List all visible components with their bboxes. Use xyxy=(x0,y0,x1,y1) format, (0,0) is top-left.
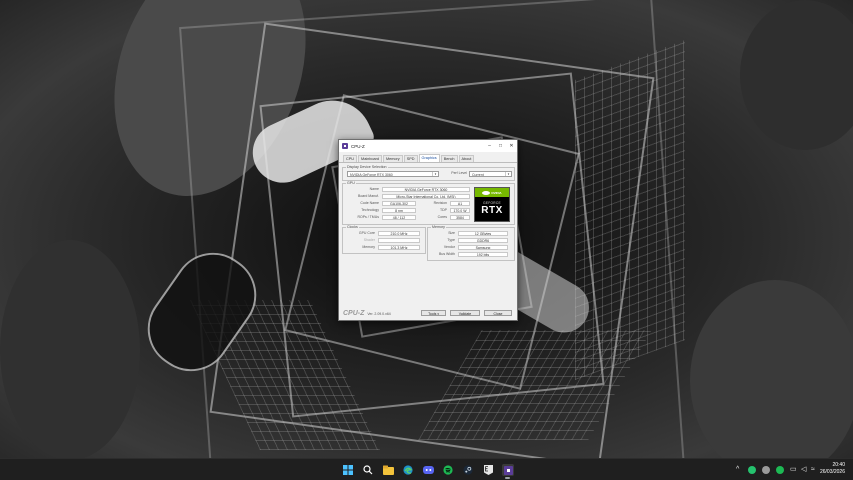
wallpaper-shape xyxy=(740,0,853,150)
volume-icon[interactable]: ◁ xyxy=(801,465,806,474)
active-app-indicator xyxy=(505,477,510,479)
cpuz-brand-logo: CPU-Z xyxy=(343,310,365,317)
graphics-panel: Display Device Selection NVIDIA GeForce … xyxy=(339,163,517,310)
memory-vendor-label: Vendor xyxy=(443,245,455,249)
tab-memory[interactable]: Memory xyxy=(382,155,403,162)
wifi-icon[interactable]: ≈ xyxy=(811,465,815,474)
memory-group: Memory Size 12 GBytes Type GDDR6 Vendor … xyxy=(427,225,515,261)
perf-level-label: Perf Level xyxy=(451,171,467,175)
rops-tmus-value: 48 / 112 xyxy=(382,215,416,220)
revision-label: Revision xyxy=(433,201,447,205)
cores-label: Cores xyxy=(437,215,447,219)
tools-dropdown-button[interactable]: Tools ▾ xyxy=(421,310,446,316)
memory-size-label: Size xyxy=(448,231,455,235)
display-device-group-label: Display Device Selection xyxy=(346,165,388,169)
memory-type-label: Type xyxy=(447,238,455,242)
gpu-group-label: GPU xyxy=(346,181,356,185)
memory-type-value: GDDR6 xyxy=(458,238,508,243)
shader-clock-label: Shader xyxy=(363,238,375,242)
window-footer: CPU-Z Ver. 2.09.0.x64 Tools ▾ Validate C… xyxy=(339,307,517,320)
tab-cpu[interactable]: CPU xyxy=(343,155,358,162)
cpuz-app-icon xyxy=(342,143,348,149)
tab-spd[interactable]: SPD xyxy=(403,155,418,162)
tab-about[interactable]: About xyxy=(458,155,475,162)
cpu-z-icon[interactable] xyxy=(502,464,514,476)
rtx-wordmark: RTX xyxy=(481,205,503,216)
chevron-down-icon: ▾ xyxy=(437,312,439,316)
search-icon[interactable] xyxy=(362,464,374,476)
version-label: Ver. 2.09.0.x64 xyxy=(367,311,391,316)
tdp-label: TDP xyxy=(440,208,447,212)
steam-icon[interactable] xyxy=(462,464,474,476)
display-icon[interactable]: ▭ xyxy=(790,465,797,474)
memory-clock-value: 101.3 MHz xyxy=(378,245,420,250)
gpu-name-value: NVIDIA GeForce RTX 3060 xyxy=(382,187,470,192)
memory-clock-label: Memory xyxy=(362,245,375,249)
technology-value: 8 nm xyxy=(382,208,416,213)
clocks-group-label: Clocks xyxy=(346,225,359,229)
memory-size-value: 12 GBytes xyxy=(458,231,508,236)
gpu-core-clock-label: GPU Core xyxy=(358,231,375,235)
chevron-down-icon: ▾ xyxy=(505,172,511,176)
gpu-name-label: Name xyxy=(369,187,379,191)
chevron-up-icon[interactable]: ^ xyxy=(736,465,739,474)
cores-value: 3584 xyxy=(450,215,470,220)
memory-vendor-value: Samsung xyxy=(458,245,508,250)
clock-time: 20:40 xyxy=(832,462,845,468)
clocks-group: Clocks GPU Core 210.0 MHz Shader Memory … xyxy=(342,225,426,254)
perf-level-value: Current xyxy=(472,173,484,177)
nvidia-badge: NVIDIA xyxy=(475,188,509,197)
nvidia-eye-icon xyxy=(482,190,491,195)
tab-bar: CPU Mainboard Memory SPD Graphics Bench … xyxy=(339,154,517,163)
technology-label: Technology xyxy=(361,208,379,212)
clock-date: 26/03/2026 xyxy=(819,469,845,475)
title-bar[interactable]: CPU-Z – □ ✕ xyxy=(339,140,517,152)
revision-value: A1 xyxy=(450,201,470,206)
maximize-button[interactable]: □ xyxy=(495,140,506,152)
close-window-button[interactable]: ✕ xyxy=(506,140,517,152)
taskbar: ^ ▭ ◁ ≈ 20:40 26/03/2026 xyxy=(0,458,853,480)
chevron-down-icon: ▾ xyxy=(432,172,438,176)
close-button[interactable]: Close xyxy=(484,310,512,316)
nvidia-geforce-rtx-logo: NVIDIA GEFORCE RTX xyxy=(474,187,510,222)
tab-mainboard[interactable]: Mainboard xyxy=(358,155,382,162)
file-explorer-icon[interactable] xyxy=(382,464,394,476)
window-title: CPU-Z xyxy=(351,143,365,149)
wallpaper-shape xyxy=(0,240,140,458)
discord-icon[interactable] xyxy=(422,464,434,476)
spotify-icon[interactable] xyxy=(442,464,454,476)
bus-width-label: Bus Width xyxy=(439,252,455,256)
cloud-icon[interactable] xyxy=(762,466,770,474)
minimize-button[interactable]: – xyxy=(484,140,495,152)
board-manuf-value: Micro-Star International Co. Ltd. (MSI) xyxy=(382,194,470,199)
perf-level-select[interactable]: Current ▾ xyxy=(469,171,512,177)
code-name-label: Code Name xyxy=(360,201,379,205)
display-device-group: Display Device Selection NVIDIA GeForce … xyxy=(342,165,515,181)
display-device-select[interactable]: NVIDIA GeForce RTX 3060 ▾ xyxy=(347,171,439,177)
code-name-value: GA106-302 xyxy=(382,201,416,206)
rops-tmus-label: ROPs / TMUs xyxy=(357,215,379,219)
tab-graphics[interactable]: Graphics xyxy=(418,154,440,162)
windows-start-icon[interactable] xyxy=(342,464,354,476)
wallpaper-shape xyxy=(690,280,853,458)
nvidia-wordmark: NVIDIA xyxy=(491,190,502,195)
spotify-tray-icon[interactable] xyxy=(776,466,784,474)
wallpaper-grid xyxy=(575,39,685,381)
display-device-value: NVIDIA GeForce RTX 3060 xyxy=(350,173,393,177)
network-status-icon[interactable] xyxy=(748,466,756,474)
tools-label: Tools xyxy=(428,312,437,316)
bus-width-value: 192 bits xyxy=(458,252,508,257)
tdp-value: 170.0 W xyxy=(450,208,470,213)
gpu-core-clock-value: 210.0 MHz xyxy=(378,231,420,236)
tab-bench[interactable]: Bench xyxy=(440,155,458,162)
validate-button[interactable]: Validate xyxy=(450,310,480,316)
edge-icon[interactable] xyxy=(402,464,414,476)
epic-games-icon[interactable] xyxy=(482,464,494,476)
board-manuf-label: Board Manuf. xyxy=(357,194,379,198)
memory-group-label: Memory xyxy=(431,225,446,229)
shader-clock-value xyxy=(378,238,420,243)
system-clock[interactable]: 20:40 26/03/2026 xyxy=(820,462,845,476)
cpuz-window[interactable]: CPU-Z – □ ✕ CPU Mainboard Memory SPD Gra… xyxy=(338,139,518,321)
